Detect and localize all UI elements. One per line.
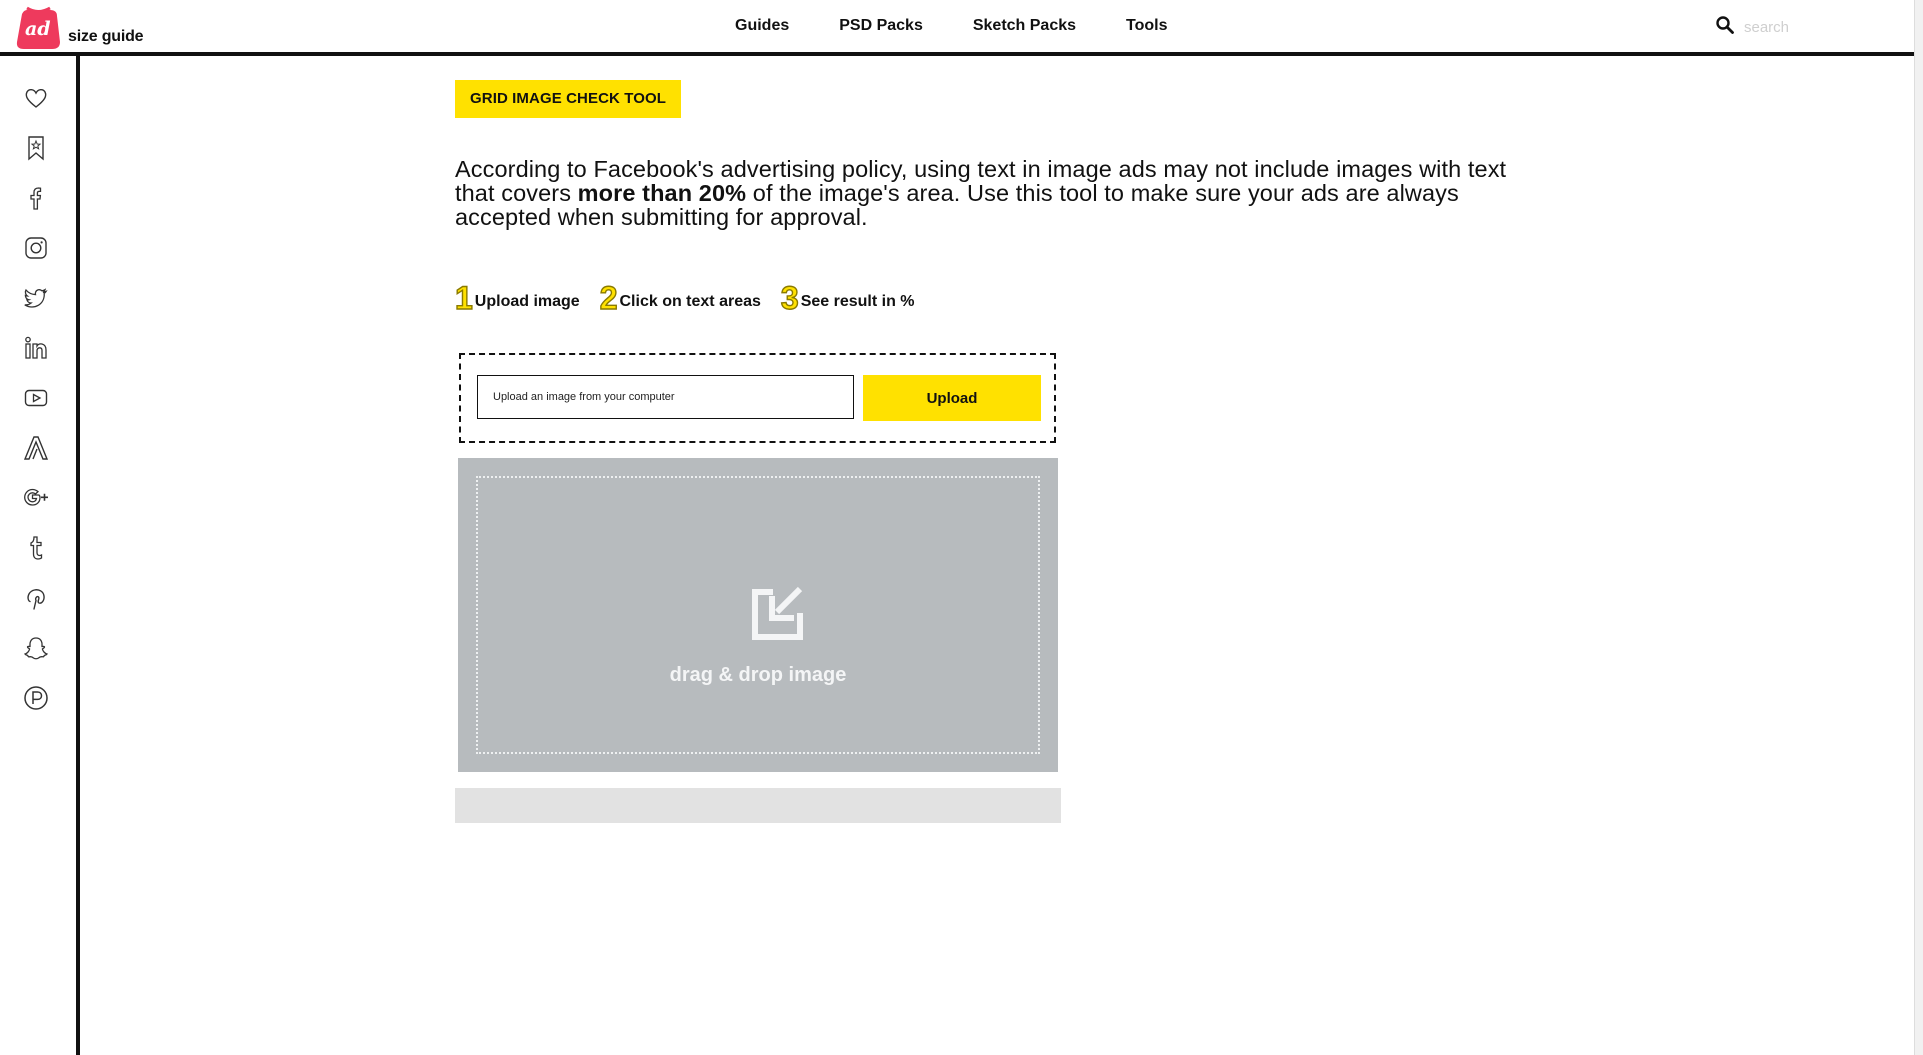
search-box	[1716, 16, 1906, 39]
nav-guides[interactable]: Guides	[735, 17, 789, 35]
upload-button[interactable]: Upload	[863, 375, 1041, 421]
logo-mark-text: ad	[25, 18, 51, 40]
pinterest-icon[interactable]	[23, 585, 49, 611]
logo-icon: ad	[14, 6, 64, 50]
step-1-number: 1	[454, 280, 473, 316]
steps-list: 1 Upload image 2 Click on text areas 3 S…	[454, 280, 935, 316]
tumblr-icon[interactable]	[23, 535, 49, 561]
step-2-label: Click on text areas	[619, 293, 761, 310]
nav-sketch-packs[interactable]: Sketch Packs	[973, 17, 1076, 35]
adwords-icon[interactable]	[23, 435, 49, 461]
snapchat-icon[interactable]	[23, 635, 49, 661]
twitter-icon[interactable]	[23, 285, 49, 311]
result-bar	[455, 788, 1061, 823]
nav-psd-packs[interactable]: PSD Packs	[839, 17, 923, 35]
step-3-number: 3	[780, 280, 799, 316]
nav-tools[interactable]: Tools	[1126, 17, 1167, 35]
logo-text: size guide	[68, 28, 144, 45]
upload-panel: Upload	[459, 353, 1056, 443]
step-3: 3 See result in %	[780, 280, 915, 316]
intro-text-highlight: more than 20%	[577, 180, 747, 206]
search-input[interactable]	[1742, 18, 1906, 37]
linkedin-icon[interactable]	[23, 335, 49, 361]
drop-zone-border: drag & drop image	[476, 476, 1040, 754]
youtube-icon[interactable]	[23, 385, 49, 411]
drop-zone-label: drag & drop image	[669, 664, 847, 686]
google-plus-icon[interactable]	[23, 485, 49, 511]
step-2: 2 Click on text areas	[599, 280, 761, 316]
intro-text: According to Facebook's advertising poli…	[455, 157, 1540, 229]
drop-zone[interactable]: drag & drop image	[458, 458, 1058, 772]
social-sidebar	[0, 56, 80, 1055]
search-icon[interactable]	[1716, 16, 1734, 39]
page-scrollbar[interactable]	[1914, 0, 1923, 1055]
instagram-icon[interactable]	[23, 235, 49, 261]
upload-file-field[interactable]	[477, 375, 854, 419]
step-2-number: 2	[599, 280, 618, 316]
step-3-label: See result in %	[800, 293, 915, 310]
producthunt-icon[interactable]	[23, 685, 49, 711]
bookmark-star-icon[interactable]	[23, 135, 49, 161]
heart-icon[interactable]	[23, 85, 49, 111]
step-1: 1 Upload image	[454, 280, 580, 316]
step-1-label: Upload image	[474, 293, 580, 310]
drop-arrow-icon	[750, 584, 808, 642]
facebook-icon[interactable]	[23, 185, 49, 211]
tool-title-badge: GRID IMAGE CHECK TOOL	[455, 80, 681, 118]
logo-link[interactable]: ad size guide	[14, 6, 144, 50]
main-nav: Guides PSD Packs Sketch Packs Tools	[735, 17, 1218, 35]
top-header: ad size guide Guides PSD Packs Sketch Pa…	[0, 0, 1923, 56]
